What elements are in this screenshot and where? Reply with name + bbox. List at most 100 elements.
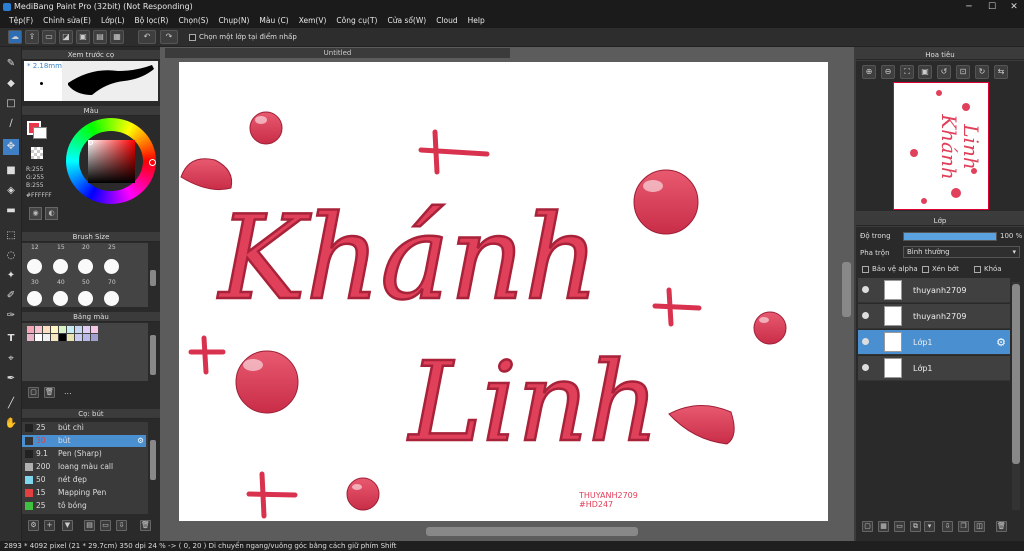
navigator-thumbnail[interactable]: Khánh Linh <box>893 82 989 210</box>
lock-checkbox[interactable] <box>974 266 981 273</box>
layer-mask-icon[interactable]: ◫ <box>974 521 985 532</box>
layer-row[interactable]: thuyanh2709 <box>858 278 1010 303</box>
palette-swatch[interactable] <box>75 326 82 333</box>
menu-tools[interactable]: Công cụ(T) <box>331 14 382 28</box>
transparent-color[interactable] <box>31 147 43 159</box>
gear-icon[interactable]: ⚙ <box>996 336 1006 349</box>
menu-filter[interactable]: Bộ lọc(R) <box>130 14 174 28</box>
operation-tool-icon[interactable]: ⌖ <box>3 351 19 367</box>
eyedropper-tool-icon[interactable]: ✒ <box>3 371 19 387</box>
palette-swatch[interactable] <box>35 326 42 333</box>
palette-swatch[interactable] <box>83 326 90 333</box>
zoom-out-icon[interactable]: ⊖ <box>881 65 895 79</box>
menu-snap[interactable]: Chụp(N) <box>213 14 254 28</box>
brush-copy-icon[interactable]: ▤ <box>84 520 95 531</box>
delete-layer-icon[interactable]: 🗑 <box>996 521 1007 532</box>
brush-list-item[interactable]: 30 bút ⚙ <box>22 435 146 447</box>
eye-icon[interactable] <box>862 286 869 293</box>
upload-icon[interactable]: ⇪ <box>25 30 39 44</box>
layer-row[interactable]: Lớp1 <box>858 356 1010 381</box>
new-folder-icon[interactable]: ▭ <box>894 521 905 532</box>
move-tool-icon[interactable]: ✥ <box>3 139 19 155</box>
hue-cursor[interactable] <box>149 159 156 166</box>
divide-tool-icon[interactable]: ╱ <box>3 396 19 412</box>
rotate-left-icon[interactable]: ↺ <box>937 65 951 79</box>
undo-icon[interactable]: ↶ <box>138 30 156 44</box>
brush-tool-icon[interactable]: ✎ <box>3 56 19 72</box>
palette-swatch[interactable] <box>51 334 58 341</box>
menu-color[interactable]: Màu (C) <box>254 14 293 28</box>
brush-size-option[interactable] <box>104 291 119 306</box>
palette-swatch[interactable] <box>59 326 66 333</box>
dot-tool-icon[interactable]: □ <box>3 96 19 112</box>
rotate-right-icon[interactable]: ↻ <box>975 65 989 79</box>
message-icon[interactable]: ◪ <box>59 30 73 44</box>
brush-folder-icon[interactable]: ▼ <box>62 520 73 531</box>
palette-more[interactable]: ... <box>64 387 72 396</box>
close-button[interactable]: ✕ <box>1005 0 1023 14</box>
brush-list-item[interactable]: 200 loang màu call <box>22 461 146 473</box>
duplicate-layer-icon[interactable]: ⧉ <box>910 521 921 532</box>
canvas-hscroll[interactable] <box>426 527 638 536</box>
select-eraser-tool-icon[interactable]: ✑ <box>3 308 19 324</box>
export-icon[interactable]: ▤ <box>93 30 107 44</box>
saturation-square[interactable] <box>88 140 135 183</box>
canvas-page[interactable]: Khánh Linh THUYANH2709 #HD247 <box>179 62 828 521</box>
save-icon[interactable]: ▣ <box>76 30 90 44</box>
palette-swatch[interactable] <box>83 334 90 341</box>
palette-swatch[interactable] <box>27 326 34 333</box>
brush-list-item[interactable]: 50 nét đẹp <box>22 474 146 486</box>
palette-swatch[interactable] <box>91 326 98 333</box>
new-halftone-layer-icon[interactable]: ▦ <box>878 521 889 532</box>
brush-size-option[interactable] <box>27 291 42 306</box>
canvas-vscroll[interactable] <box>842 262 851 317</box>
menu-file[interactable]: Tệp(F) <box>4 14 38 28</box>
palette-swatch[interactable] <box>67 326 74 333</box>
brush-list-item[interactable]: 15 Mapping Pen <box>22 487 146 499</box>
merge-down-icon[interactable]: ⇩ <box>942 521 953 532</box>
opacity-slider[interactable] <box>903 232 997 241</box>
bucket-tool-icon[interactable]: ◈ <box>3 183 19 199</box>
grid-icon[interactable]: ▦ <box>110 30 124 44</box>
palette-swatch[interactable] <box>75 334 82 341</box>
eye-icon[interactable] <box>862 364 869 371</box>
lasso-tool-icon[interactable]: ◌ <box>3 248 19 264</box>
color-wheel-mode-icon[interactable]: ◉ <box>29 207 42 220</box>
cloud-icon[interactable]: ☁ <box>8 30 22 44</box>
palette-scrollbar[interactable] <box>150 335 156 375</box>
brush-list-item[interactable]: 25 tô bóng <box>22 500 146 512</box>
gear-icon[interactable]: ⚙ <box>137 435 144 447</box>
menu-help[interactable]: Help <box>463 14 490 28</box>
brush-size-scrollbar[interactable] <box>150 270 156 286</box>
eye-icon[interactable] <box>862 338 869 345</box>
fit-icon[interactable]: ⛶ <box>900 65 914 79</box>
background-color[interactable] <box>33 127 47 139</box>
palette-swatch[interactable] <box>35 334 42 341</box>
magic-wand-tool-icon[interactable]: ✦ <box>3 268 19 284</box>
new-palette-icon[interactable]: ▢ <box>28 387 39 398</box>
eraser-tool-icon[interactable]: ◆ <box>3 76 19 92</box>
protect-alpha-checkbox[interactable] <box>862 266 869 273</box>
palette-swatch[interactable] <box>91 334 98 341</box>
palette-swatch[interactable] <box>27 334 34 341</box>
blend-select[interactable]: Bình thường ▾ <box>903 246 1020 258</box>
gradient-tool-icon[interactable]: ▬ <box>3 203 19 219</box>
brush-size-option[interactable] <box>104 259 119 274</box>
color-slider-mode-icon[interactable]: ◐ <box>45 207 58 220</box>
menu-select[interactable]: Chọn(S) <box>173 14 213 28</box>
minimize-button[interactable]: ─ <box>960 0 978 14</box>
color-wheel[interactable] <box>66 118 160 204</box>
brush-size-option[interactable] <box>78 291 93 306</box>
brush-size-option[interactable] <box>53 291 68 306</box>
text-tool-icon[interactable]: T <box>3 331 19 347</box>
menu-window[interactable]: Cửa sổ(W) <box>382 14 431 28</box>
layer-row[interactable]: thuyanh2709 <box>858 304 1010 329</box>
hand-tool-icon[interactable]: ✋ <box>3 416 19 432</box>
brush-delete-icon[interactable]: 🗑 <box>140 520 151 531</box>
brush-list-item[interactable]: 9.1 Pen (Sharp) <box>22 448 146 460</box>
menu-cloud[interactable]: Cloud <box>431 14 462 28</box>
brush-folder2-icon[interactable]: ▭ <box>100 520 111 531</box>
fill-rect-tool-icon[interactable]: ■ <box>3 163 19 179</box>
new-layer-icon[interactable]: ▢ <box>862 521 873 532</box>
brush-list-item[interactable]: 25 bút chì <box>22 422 146 434</box>
